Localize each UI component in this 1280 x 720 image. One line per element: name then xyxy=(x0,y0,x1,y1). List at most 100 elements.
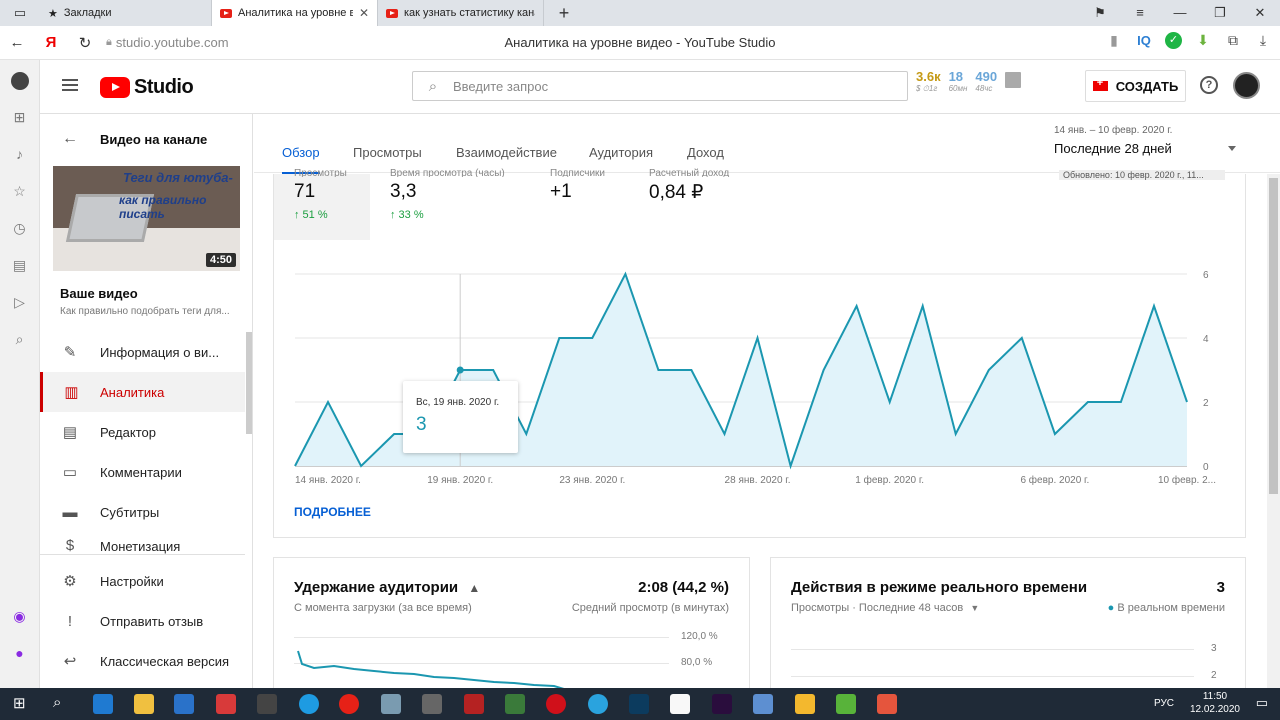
menu-hamburger-icon[interactable] xyxy=(62,79,78,91)
back-icon[interactable]: ← xyxy=(0,34,34,51)
alice-voice-icon[interactable]: ● xyxy=(0,635,39,672)
help-icon[interactable]: ? xyxy=(1200,76,1218,94)
bookmark-manager-icon[interactable]: ⚑ xyxy=(1080,0,1120,26)
x-tick-label: 14 янв. 2020 г. xyxy=(295,475,361,486)
tab-analytics[interactable]: Аналитика на уровне ви ✕ xyxy=(212,0,378,26)
favorites-icon[interactable]: ☆ xyxy=(0,173,39,210)
tab-search[interactable]: как узнать статистику кана xyxy=(378,0,544,26)
sidebar-item-label: Субтитры xyxy=(100,504,160,520)
search-panel-icon[interactable]: ⌕ xyxy=(0,321,39,358)
monitor-icon[interactable] xyxy=(753,694,773,714)
app-icon[interactable] xyxy=(381,694,401,714)
camtasia-icon[interactable] xyxy=(836,694,856,714)
skype-icon[interactable] xyxy=(299,694,319,714)
collections-icon[interactable]: ▤ xyxy=(0,247,39,284)
tab-bookmarks[interactable]: ★ Закладки xyxy=(40,0,212,26)
sidebar-item-editor[interactable]: ▤ Редактор xyxy=(40,412,245,452)
realtime-subtitle[interactable]: Просмотры · Последние 48 часов ▼ xyxy=(791,602,979,614)
back-arrow-icon[interactable]: ← xyxy=(62,130,78,148)
telegram-icon[interactable] xyxy=(588,694,608,714)
apps-icon[interactable]: ⊞ xyxy=(0,99,39,136)
sidebar-item-feedback[interactable]: ! Отправить отзыв xyxy=(40,601,245,641)
studio-logo[interactable]: Studio xyxy=(100,76,194,99)
sidebar-item-details[interactable]: ✎ Информация о ви... xyxy=(40,332,245,372)
sidebar-divider xyxy=(40,554,245,555)
reload-icon[interactable]: ↻ xyxy=(68,34,102,52)
live-icon[interactable] xyxy=(795,694,815,714)
tab-label: как узнать статистику кана xyxy=(404,7,535,19)
feedback-icon: ! xyxy=(67,612,73,630)
sidebar-title: Видео на канале xyxy=(100,132,208,147)
film-icon: ▤ xyxy=(62,424,78,441)
opera-icon[interactable] xyxy=(546,694,566,714)
sidebar-item-label: Комментарии xyxy=(100,464,182,480)
clock[interactable]: 11:50 12.02.2020 xyxy=(1190,690,1240,716)
yandex-icon[interactable] xyxy=(670,694,690,714)
sidebar-item-settings[interactable]: ⚙ Настройки xyxy=(40,561,245,601)
sidebar-item-comments[interactable]: ▭ Комментарии xyxy=(40,452,245,492)
profile-avatar-icon[interactable] xyxy=(0,62,39,99)
scrollbar-thumb[interactable] xyxy=(1269,178,1278,494)
views-chart[interactable]: 14 янв. 2020 г. 19 янв. 2020 г. 23 янв. 20… xyxy=(274,174,1247,504)
sidebar-toggle-icon[interactable]: ▭ xyxy=(0,0,40,26)
restore-icon[interactable]: ❐ xyxy=(1200,0,1240,26)
recorder-icon[interactable] xyxy=(877,694,897,714)
downloads-icon[interactable]: ⤓ xyxy=(1254,32,1272,49)
premiere-icon[interactable] xyxy=(712,694,732,714)
stats-chart-icon[interactable] xyxy=(1005,72,1022,88)
mail-icon[interactable] xyxy=(257,694,277,714)
explorer-icon[interactable] xyxy=(134,694,154,714)
notifications-icon[interactable]: ♪ xyxy=(0,136,39,173)
puzzle-extension-icon[interactable]: ⧉ xyxy=(1224,32,1242,49)
yandex-browser-icon[interactable] xyxy=(339,694,359,714)
sidebar-item-monetization[interactable]: $ Монетизация xyxy=(40,532,245,554)
language-indicator[interactable]: РУС xyxy=(1154,698,1174,709)
stat-value: 18 xyxy=(948,69,964,84)
account-avatar[interactable] xyxy=(1233,72,1260,99)
tab-label: Закладки xyxy=(63,7,112,19)
new-tab-icon[interactable]: + xyxy=(544,0,584,26)
page-scrollbar[interactable] xyxy=(1267,174,1280,688)
check-extension-icon[interactable]: ✓ xyxy=(1165,32,1182,49)
photoshop-icon[interactable] xyxy=(629,694,649,714)
create-label: СОЗДАТЬ xyxy=(1115,78,1179,94)
notepad-icon[interactable] xyxy=(505,694,525,714)
download-extension-icon[interactable]: ⬇ xyxy=(1194,32,1212,49)
chevron-down-icon: ▼ xyxy=(970,603,980,613)
sidebar-item-classic[interactable]: ↩ Классическая версия xyxy=(40,641,245,681)
search-icon[interactable]: ⌕ xyxy=(53,694,61,711)
gift-icon[interactable] xyxy=(216,694,236,714)
alice-icon[interactable]: ◉ xyxy=(0,598,39,635)
channel-stats[interactable]: 3.6к $ ⏱1г 18 60мн 490 48чс xyxy=(916,69,1022,94)
yandex-icon[interactable]: Я xyxy=(34,34,68,51)
sidebar-item-subtitles[interactable]: ▬ Субтитры xyxy=(40,492,245,532)
filezilla-icon[interactable] xyxy=(464,694,484,714)
menu-icon[interactable]: ≡ xyxy=(1120,0,1160,26)
url-text[interactable]: studio.youtube.com xyxy=(116,35,229,50)
video-thumbnail[interactable]: Теги для ютуба- как правильно писать 4:5… xyxy=(53,166,240,271)
see-more-link[interactable]: ПОДРОБНЕЕ xyxy=(294,505,371,519)
notifications-icon[interactable]: ▭ xyxy=(1256,695,1268,711)
date-range-selector[interactable]: 14 янв. – 10 февр. 2020 г. Последние 28 … xyxy=(1054,125,1236,156)
sidebar-item-label: Классическая версия xyxy=(100,653,230,669)
stat-sub: 60мн xyxy=(948,84,968,93)
sidebar-item-analytics[interactable]: ▥ Аналитика xyxy=(40,372,245,412)
sidebar-scrollbar[interactable] xyxy=(246,332,252,434)
bookmark-flag-icon[interactable]: ▮ xyxy=(1105,32,1123,49)
sidebar-item-label: Настройки xyxy=(100,573,164,589)
edge-icon[interactable] xyxy=(93,694,113,714)
realtime-legend-label: В реальном времени xyxy=(1117,602,1225,614)
video-icon[interactable]: ▷ xyxy=(0,284,39,321)
history-icon[interactable]: ◷ xyxy=(0,210,39,247)
windows-start-icon[interactable]: ⊞ xyxy=(13,694,26,712)
create-button[interactable]: СОЗДАТЬ xyxy=(1085,70,1186,102)
store-icon[interactable] xyxy=(174,694,194,714)
minimize-icon[interactable]: — xyxy=(1160,0,1200,26)
calculator-icon[interactable] xyxy=(422,694,442,714)
close-window-icon[interactable]: ✕ xyxy=(1240,0,1280,26)
iq-extension-icon[interactable]: IQ xyxy=(1135,33,1153,48)
thumbnail-caption: Теги для ютуба- xyxy=(123,170,233,185)
search-box[interactable]: ⌕ Введите запрос xyxy=(412,71,908,101)
close-tab-icon[interactable]: ✕ xyxy=(359,6,369,20)
x-tick-label: 19 янв. 2020 г. xyxy=(427,475,493,486)
